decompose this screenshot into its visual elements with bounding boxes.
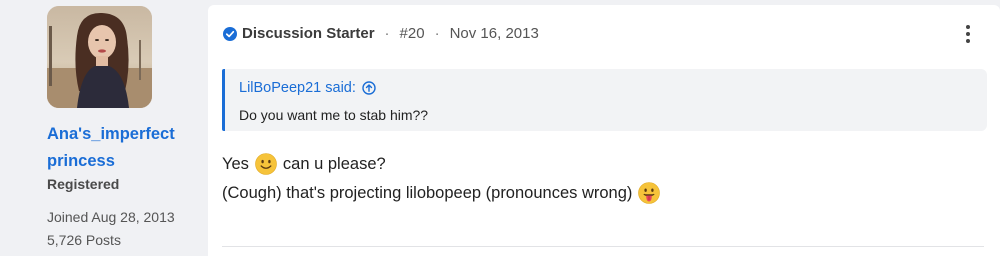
jump-to-post-icon[interactable] [362, 81, 376, 95]
post-divider [222, 246, 984, 247]
smile-emoji-icon [255, 153, 277, 175]
quote-author-link[interactable]: LilBoPeep21 said: [239, 80, 376, 96]
quote-author-name: LilBoPeep21 said: [239, 80, 356, 96]
post-card: Discussion Starter · #20 · Nov 16, 2013 … [208, 5, 1000, 256]
more-options-icon[interactable] [964, 25, 972, 45]
tongue-out-emoji-icon [638, 182, 661, 204]
verified-check-icon [223, 26, 237, 41]
post-number-link[interactable]: #20 [400, 25, 425, 42]
quote-text: Do you want me to stab him?? [239, 107, 429, 123]
quote-block: LilBoPeep21 said: Do you want me to stab… [222, 69, 987, 131]
username-link[interactable]: Ana's_imperfect princess [47, 121, 207, 175]
post-count: 5,726 Posts [47, 232, 121, 248]
user-panel: Ana's_imperfect princess Registered Join… [0, 0, 208, 256]
forum-post: Ana's_imperfect princess Registered Join… [0, 0, 1000, 256]
body-text: Yes [222, 154, 249, 173]
separator-dot: · [434, 25, 440, 42]
post-date[interactable]: Nov 16, 2013 [450, 25, 539, 42]
user-title: Registered [47, 176, 120, 192]
discussion-starter-label: Discussion Starter [242, 25, 375, 42]
body-text: can u please? [282, 154, 386, 173]
separator-dot: · [384, 25, 390, 42]
avatar[interactable] [47, 6, 152, 108]
join-date: Joined Aug 28, 2013 [47, 209, 175, 225]
post-body-line-2: (Cough) that's projecting lilobopeep (pr… [222, 182, 666, 204]
body-text: (Cough) that's projecting lilobopeep (pr… [222, 183, 633, 202]
avatar-image [47, 6, 152, 108]
post-body-line-1: Yes can u please? [222, 153, 386, 175]
post-header: Discussion Starter · #20 · Nov 16, 2013 [223, 25, 539, 42]
